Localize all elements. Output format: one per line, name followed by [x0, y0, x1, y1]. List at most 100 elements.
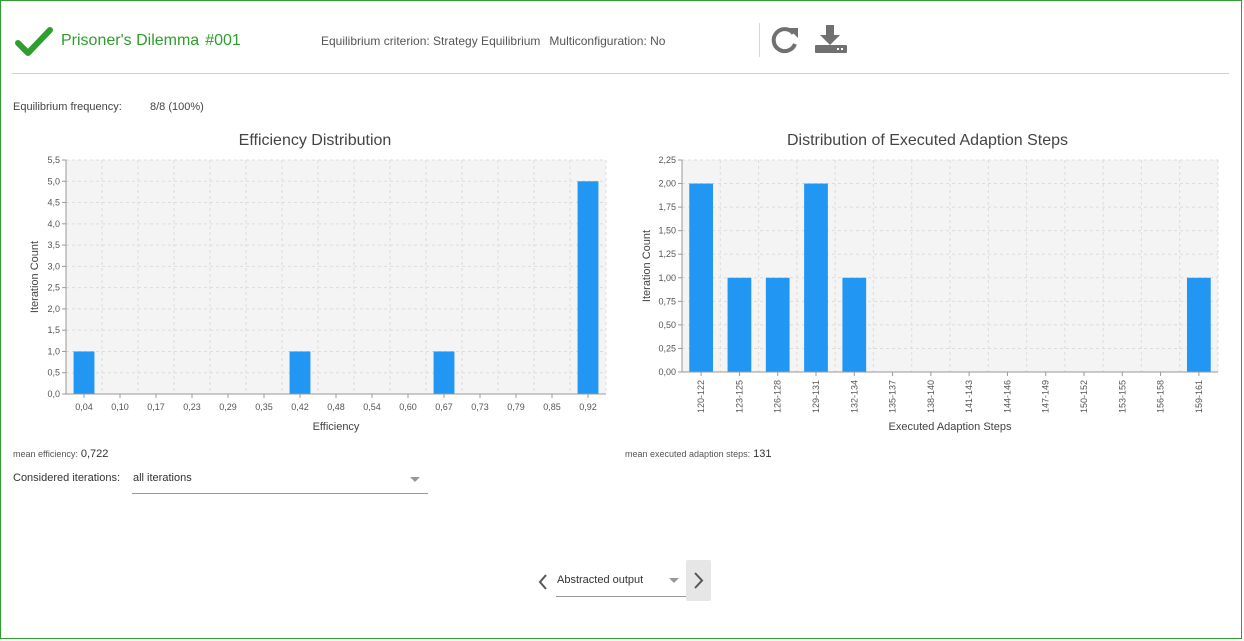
- x-tick-label: 135-137: [888, 380, 898, 413]
- x-axis-label: Executed Adaption Steps: [889, 421, 1012, 433]
- mean-efficiency: mean efficiency: 0,722: [13, 448, 108, 460]
- x-tick-label: 0,48: [327, 402, 345, 412]
- x-tick-label: 138-140: [926, 380, 936, 413]
- efficiency-chart-title: Efficiency Distribution: [238, 132, 392, 149]
- x-tick-label: 0,60: [399, 402, 417, 412]
- equilibrium-frequency: Equilibrium frequency: 8/8 (100%): [13, 101, 204, 113]
- y-tick-label: 0,25: [658, 343, 676, 353]
- x-tick-label: 0,04: [75, 402, 93, 412]
- x-tick-label: 123-125: [734, 380, 744, 413]
- y-tick-label: 0,0: [47, 389, 60, 399]
- plot-area: [66, 160, 606, 394]
- multiconfiguration: Multiconfiguration: No: [549, 34, 666, 48]
- y-axis-label: Iteration Count: [29, 241, 41, 313]
- header-meta: Equilibrium criterion: Strategy Equilibr…: [321, 34, 665, 48]
- mean-adaption-steps: mean executed adaption steps: 131: [625, 448, 771, 460]
- considered-iterations-label: Considered iterations:: [13, 472, 121, 484]
- y-tick-label: 2,25: [658, 155, 676, 165]
- check-icon: [15, 27, 53, 56]
- y-tick-label: 5,0: [47, 176, 60, 186]
- x-tick-label: 126-128: [773, 380, 783, 413]
- x-tick-label: 0,42: [291, 402, 309, 412]
- chevron-down-icon: [669, 578, 679, 583]
- refresh-icon[interactable]: [769, 24, 801, 56]
- mean-efficiency-value: 0,722: [80, 448, 109, 460]
- title-text: Prisoner's Dilemma: [61, 32, 200, 49]
- mean-steps-label: mean executed adaption steps:: [625, 449, 751, 459]
- y-axis-label: Iteration Count: [641, 230, 653, 302]
- y-tick-label: 0,50: [658, 320, 676, 330]
- x-tick-label: 0,29: [219, 402, 237, 412]
- mean-steps-value: 131: [753, 448, 772, 460]
- x-tick-label: 147-149: [1041, 380, 1051, 413]
- x-tick-label: 0,79: [507, 402, 525, 412]
- output-view-select[interactable]: Abstracted output: [556, 568, 686, 597]
- mean-efficiency-label: mean efficiency:: [13, 449, 78, 459]
- considered-iterations-select[interactable]: all iterations: [132, 467, 428, 494]
- y-tick-label: 5,5: [47, 155, 60, 165]
- title-number: #001: [205, 32, 241, 49]
- header: Prisoner's Dilemma #001 Equilibrium crite…: [12, 18, 1229, 74]
- x-tick-label: 0,23: [183, 402, 201, 412]
- y-tick-label: 3,0: [47, 261, 60, 271]
- next-button[interactable]: [686, 560, 711, 601]
- bar: [804, 183, 828, 372]
- x-axis-label: Efficiency: [313, 421, 360, 433]
- x-tick-label: 0,85: [543, 402, 561, 412]
- x-tick-label: 132-134: [849, 380, 859, 413]
- x-tick-label: 0,92: [579, 402, 597, 412]
- bar: [689, 183, 714, 372]
- x-tick-label: 0,17: [147, 402, 165, 412]
- bar: [433, 351, 455, 394]
- divider: [759, 23, 760, 57]
- download-icon[interactable]: [814, 24, 848, 54]
- equilibrium-frequency-value: 8/8 (100%): [150, 101, 204, 113]
- x-tick-label: 0,35: [255, 402, 273, 412]
- considered-iterations-value: all iterations: [133, 472, 192, 484]
- equilibrium-frequency-label: Equilibrium frequency:: [13, 101, 122, 113]
- bar: [1186, 277, 1211, 372]
- x-tick-label: 0,73: [471, 402, 489, 412]
- x-tick-label: 159-161: [1194, 380, 1204, 413]
- y-tick-label: 1,75: [658, 202, 676, 212]
- y-tick-label: 2,5: [47, 283, 60, 293]
- x-tick-label: 0,67: [435, 402, 453, 412]
- y-tick-label: 4,0: [47, 219, 60, 229]
- x-tick-label: 0,54: [363, 402, 381, 412]
- x-tick-label: 156-158: [1156, 380, 1166, 413]
- chevron-down-icon: [410, 477, 420, 482]
- x-tick-label: 120-122: [696, 380, 706, 413]
- x-tick-label: 0,10: [111, 402, 129, 412]
- x-tick-label: 150-152: [1079, 380, 1089, 413]
- y-tick-label: 1,00: [658, 273, 676, 283]
- chevron-left-icon[interactable]: [536, 572, 550, 592]
- y-tick-label: 1,50: [658, 226, 676, 236]
- bar: [289, 351, 311, 394]
- output-view-value: Abstracted output: [557, 574, 644, 586]
- efficiency-chart: 0,0 0,5 1,0 1,5 2,0 2,5 3,0 3,5 4,0 4,5 5,0 5,5 0,04…: [29, 155, 607, 433]
- bar: [727, 277, 752, 372]
- chevron-right-icon: [694, 572, 704, 589]
- adaption-steps-chart: 0,00 0,25 0,50 0,75 1,00 1,25 1,50 1,75 2,00 2,25…: [641, 155, 1219, 433]
- y-tick-label: 4,5: [47, 198, 60, 208]
- bar: [842, 277, 867, 372]
- y-tick-label: 2,0: [47, 304, 60, 314]
- y-tick-label: 0,75: [658, 296, 676, 306]
- y-tick-label: 1,0: [47, 346, 60, 356]
- y-tick-label: 1,5: [47, 325, 60, 335]
- x-tick-label: 129-131: [811, 380, 821, 413]
- x-tick-label: 144-146: [1002, 380, 1012, 413]
- bar: [73, 351, 95, 394]
- y-tick-label: 1,25: [658, 249, 676, 259]
- equilibrium-criterion: Equilibrium criterion: Strategy Equilibr…: [321, 34, 541, 48]
- y-tick-label: 0,5: [47, 368, 60, 378]
- y-tick-label: 2,00: [658, 179, 676, 189]
- x-tick-label: 153-155: [1117, 380, 1127, 413]
- y-tick-label: 3,5: [47, 240, 60, 250]
- bar: [577, 181, 599, 394]
- x-tick-label: 141-143: [964, 380, 974, 413]
- y-tick-label: 0,00: [658, 367, 676, 377]
- adaption-chart-title: Distribution of Executed Adaption Steps: [786, 132, 1069, 149]
- page-title: Prisoner's Dilemma #001: [61, 32, 241, 50]
- bar: [765, 277, 790, 372]
